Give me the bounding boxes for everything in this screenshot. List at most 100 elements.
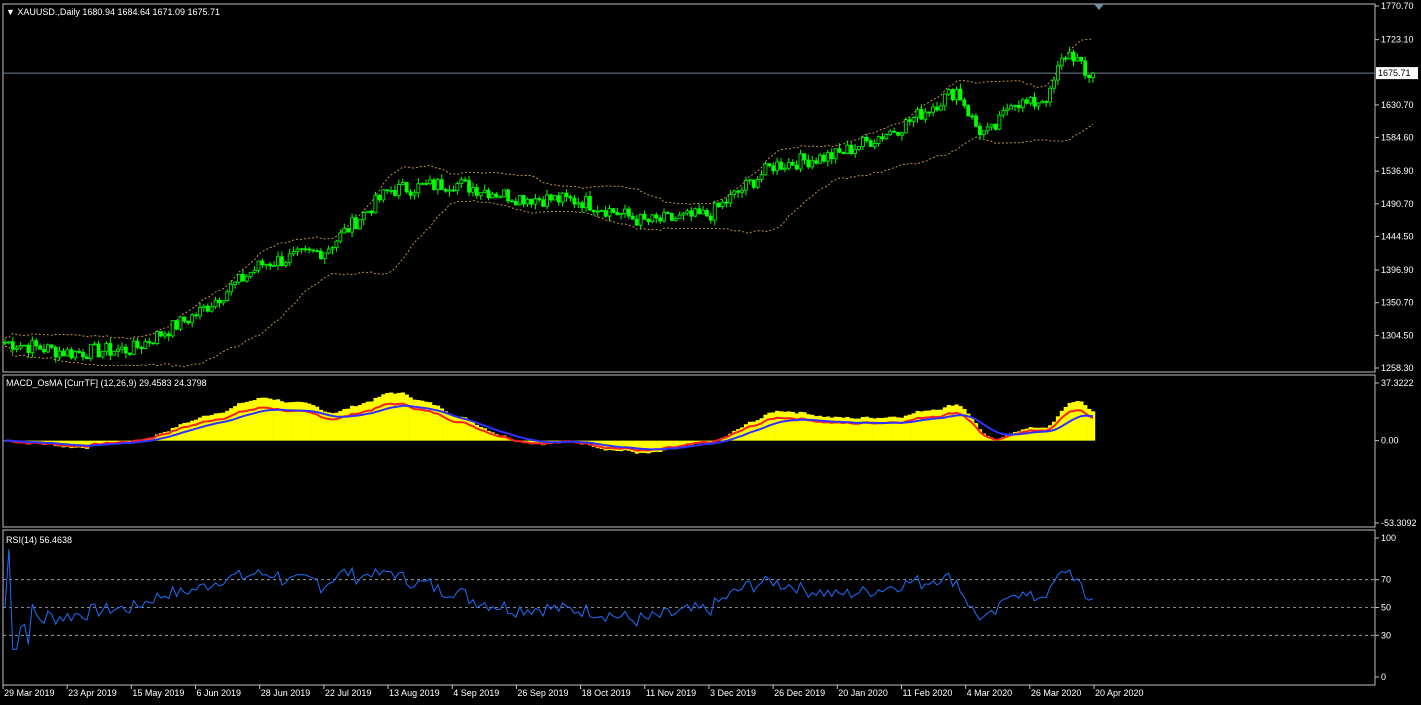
candle-body [935,106,939,111]
macd-histogram-bar [357,405,363,441]
macd-histogram-bar [927,410,932,441]
candle-body [81,351,85,358]
candle-body [1032,96,1037,107]
candle-body [1067,51,1072,60]
candle-body [552,195,557,201]
candle-body [389,190,393,192]
macd-y-label: 0.00 [1381,436,1399,446]
candle-body [182,316,187,322]
macd-histogram-bar [353,406,359,441]
candle [669,212,674,222]
macd-histogram-bar [197,417,203,441]
candle-body [428,179,432,184]
candle-body [771,165,776,172]
candle-body [1040,101,1045,104]
candle-body [252,269,257,273]
candle-body [833,148,838,160]
candle-body [829,152,834,160]
macd-histogram-bar [864,416,870,441]
macd-histogram-bar [919,411,924,441]
candle-body [603,210,608,217]
candle-body [123,346,128,354]
candle-body [923,111,928,120]
x-label: 6 Jun 2019 [197,688,242,698]
candle-body [143,341,148,350]
x-label: 26 Sep 2019 [517,688,568,698]
x-label: 20 Jan 2020 [838,688,888,698]
candle [841,151,846,155]
candle-body [658,217,663,222]
candle-body [818,154,822,164]
candle-body [798,153,803,170]
candle-body [474,187,479,196]
candle-body [432,179,436,190]
candle-body [584,196,588,209]
candle-body [939,105,943,111]
candle-body [845,144,850,155]
candle-body [825,152,830,162]
candle-body [116,348,120,352]
macd-histogram-bar [303,402,308,441]
candle-body [950,89,955,101]
candle-body [135,340,140,348]
candle-body [471,187,475,193]
candle-body [1005,108,1010,111]
candle [903,117,908,134]
trading-chart[interactable]: 1770.70 1723.10 1630.70 1584.60 1536.90 1490.… [0,0,1421,705]
macd-histogram-bar [346,408,351,441]
macd-histogram-bar [872,418,877,441]
candle-body [806,159,811,168]
candle-body [576,202,581,205]
candle-body [837,148,842,153]
macd-histogram-bar [798,411,803,441]
candle-body [627,208,631,217]
candle-body [42,348,46,353]
candle-body [338,232,343,242]
candle-body [155,331,159,344]
candle-body [962,99,967,106]
candle [993,123,998,131]
candle-body [404,182,409,193]
macd-histogram-bar [389,392,394,441]
candle-body [853,148,858,154]
macd-histogram-bar [283,402,288,441]
candle [763,162,768,176]
rsi-y-label: 50 [1381,603,1391,613]
candle-body [127,352,132,355]
candle-body [10,341,15,350]
candle-body [151,342,156,345]
candle-body [595,210,600,213]
macd-histogram-bar [369,401,374,441]
candle-body [451,189,456,192]
x-label: 26 Mar 2020 [1031,688,1082,698]
candle-body [1020,99,1025,109]
x-label: 28 Jun 2019 [261,688,311,698]
candle-body [240,273,245,282]
macd-histogram-bar [911,413,916,441]
candle [693,207,698,217]
macd-histogram-bar [338,410,343,441]
macd-histogram-bar [880,417,885,441]
candle-body [654,214,659,219]
candle-body [295,248,300,252]
macd-histogram-bar [330,413,335,441]
candle-body [611,208,616,213]
candle-body [209,306,214,312]
candle [174,320,179,330]
macd-histogram-bar [884,417,889,441]
candle-body [775,161,780,172]
candle-body [650,214,655,223]
candle-body [560,192,565,203]
candle-body [73,350,78,359]
macd-histogram-bar [233,406,238,441]
candle-body [673,218,678,221]
candle-body [712,202,717,221]
candle-body [334,240,339,248]
candle-body [45,344,50,353]
main-y-label: 1304.50 [1381,330,1414,340]
candle-body [946,89,951,95]
macd-histogram-bar [447,413,452,441]
candle-body [88,344,93,360]
macd-histogram-bar [790,411,795,441]
candle-body [393,190,397,196]
